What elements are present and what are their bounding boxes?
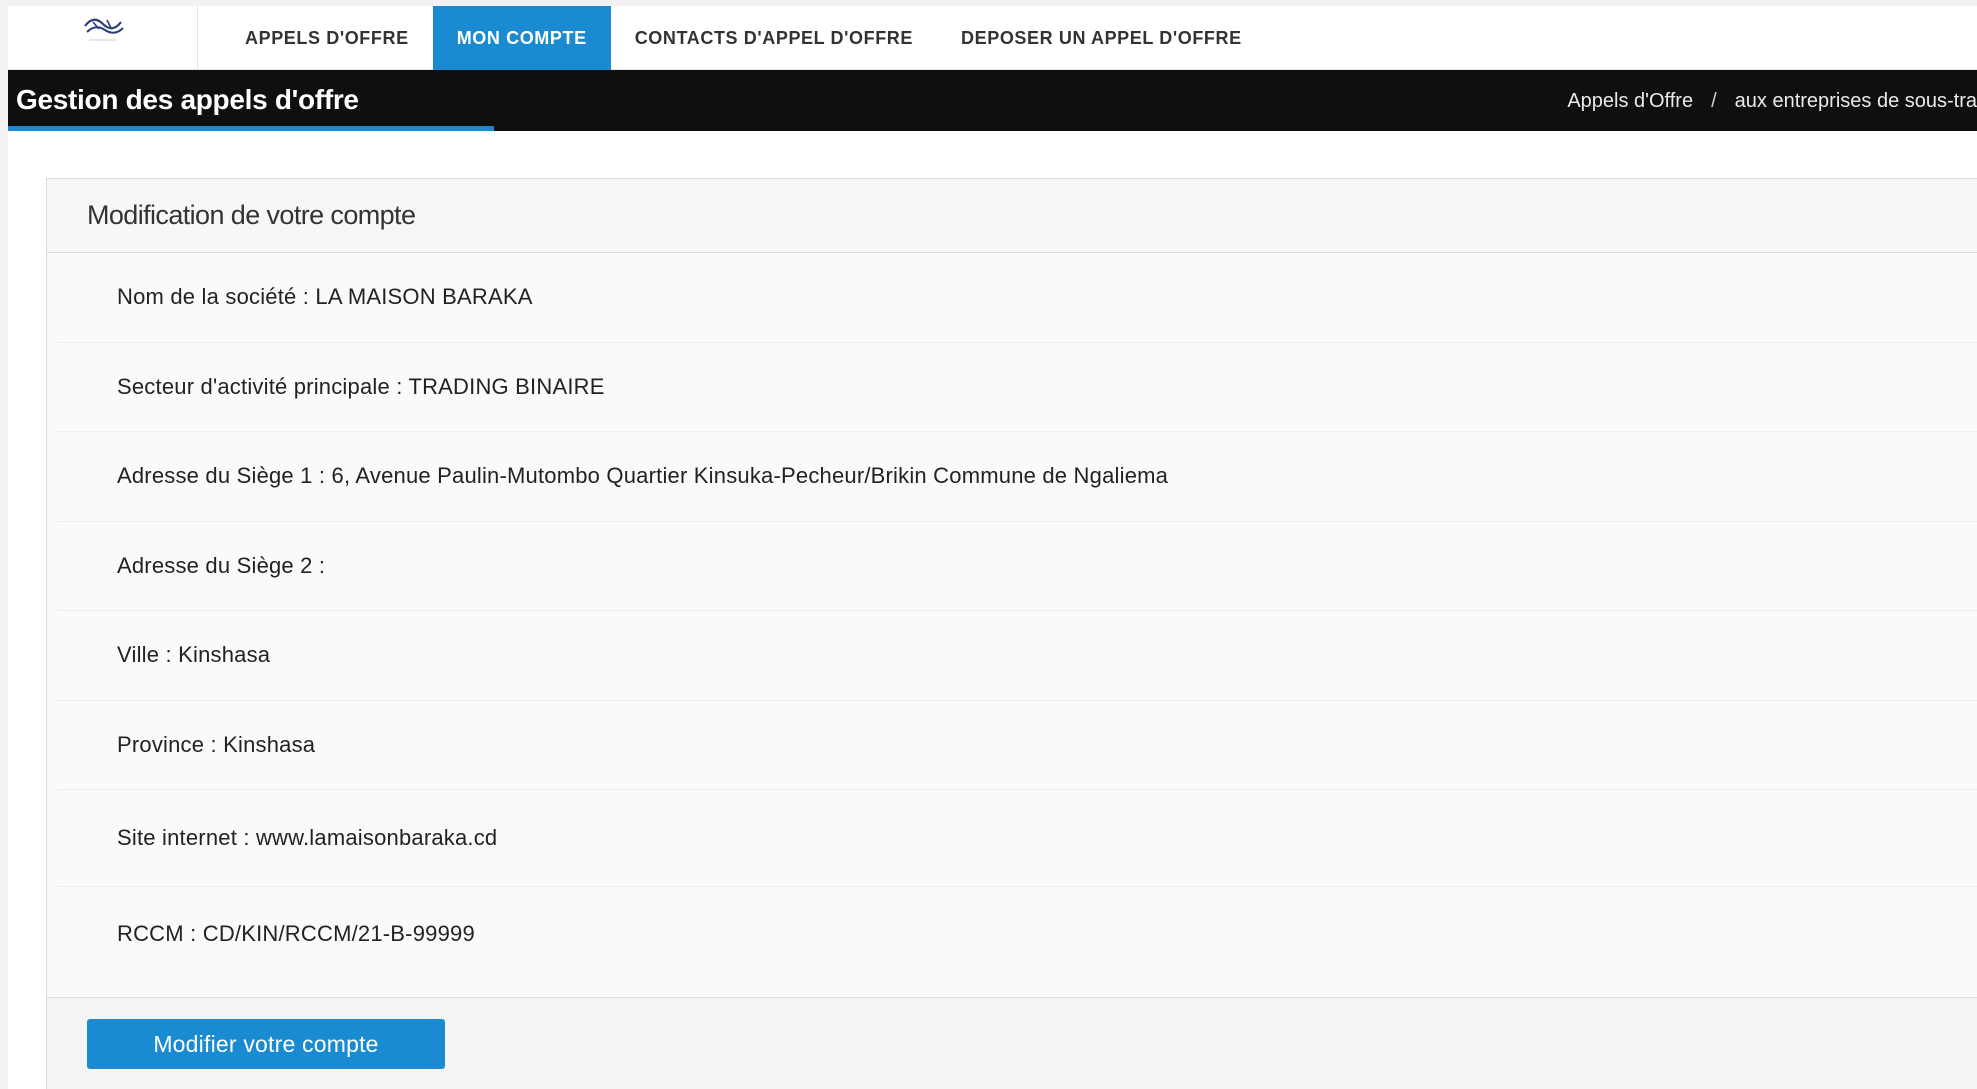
edit-account-button[interactable]: Modifier votre compte bbox=[87, 1019, 445, 1069]
breadcrumb-separator: / bbox=[1711, 90, 1717, 112]
panel-heading: Modification de votre compte bbox=[87, 200, 416, 230]
page: APPELS D'OFFRE MON COMPTE CONTACTS D'APP… bbox=[0, 0, 1977, 1089]
panel-header: Modification de votre compte bbox=[47, 179, 1977, 253]
account-fields: Nom de la société : LA MAISON BARAKA Sec… bbox=[47, 253, 1977, 980]
logo[interactable] bbox=[8, 6, 198, 70]
top-navigation: APPELS D'OFFRE MON COMPTE CONTACTS D'APP… bbox=[8, 6, 1977, 70]
field-address-2: Adresse du Siège 2 : bbox=[57, 521, 1977, 611]
nav-item-mon-compte[interactable]: MON COMPTE bbox=[432, 6, 611, 70]
nav-item-deposer[interactable]: DEPOSER UN APPEL D'OFFRE bbox=[937, 6, 1266, 70]
field-company-name: Nom de la société : LA MAISON BARAKA bbox=[57, 253, 1977, 343]
field-sector: Secteur d'activité principale : TRADING … bbox=[57, 342, 1977, 432]
title-accent-bar bbox=[8, 126, 494, 131]
field-address-1: Adresse du Siège 1 : 6, Avenue Paulin-Mu… bbox=[57, 432, 1977, 522]
nav-item-appels-offre[interactable]: APPELS D'OFFRE bbox=[198, 6, 433, 70]
nav-menu: APPELS D'OFFRE MON COMPTE CONTACTS D'APP… bbox=[198, 6, 1266, 70]
breadcrumb-item-current[interactable]: aux entreprises de sous-tra bbox=[1735, 90, 1977, 113]
nav-item-contacts[interactable]: CONTACTS D'APPEL D'OFFRE bbox=[611, 6, 937, 70]
field-province: Province : Kinshasa bbox=[57, 700, 1977, 790]
title-bar: Gestion des appels d'offre Appels d'Offr… bbox=[8, 70, 1977, 131]
field-website: Site internet : www.lamaisonbaraka.cd bbox=[57, 790, 1977, 887]
field-city: Ville : Kinshasa bbox=[57, 611, 1977, 701]
breadcrumb: Appels d'Offre / aux entreprises de sous… bbox=[1567, 90, 1977, 113]
breadcrumb-item-appels[interactable]: Appels d'Offre bbox=[1567, 90, 1693, 113]
page-title: Gestion des appels d'offre bbox=[16, 84, 359, 115]
account-panel: Modification de votre compte Nom de la s… bbox=[46, 178, 1977, 1089]
panel-footer: Modifier votre compte bbox=[47, 997, 1977, 1089]
field-rccm: RCCM : CD/KIN/RCCM/21-B-99999 bbox=[57, 887, 1977, 980]
company-logo-icon bbox=[83, 18, 124, 41]
